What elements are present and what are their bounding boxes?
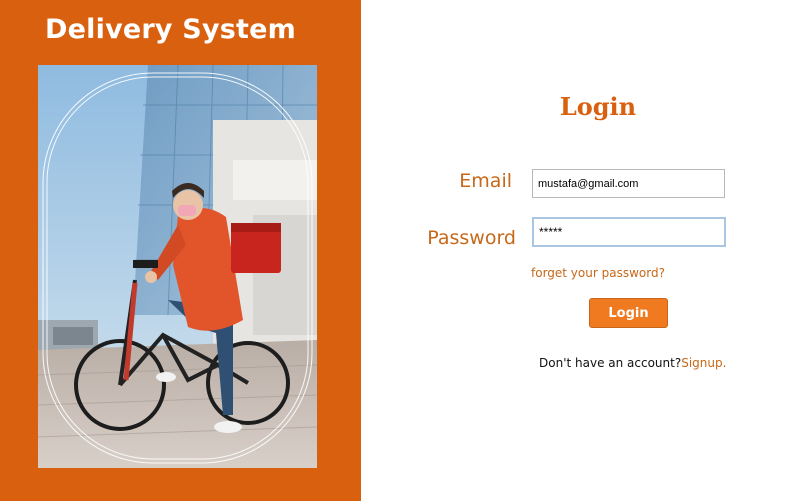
delivery-courier-photo xyxy=(38,65,317,468)
password-field[interactable] xyxy=(532,217,726,247)
signup-link[interactable]: Signup. xyxy=(681,356,726,370)
login-page: Delivery System Login Email mustafa@gmai… xyxy=(0,0,810,501)
signup-prompt-line: Don't have an account?Signup. xyxy=(539,356,726,370)
brand-panel: Delivery System xyxy=(0,0,361,501)
hero-image xyxy=(38,65,317,468)
brand-title: Delivery System xyxy=(45,14,296,45)
email-field[interactable] xyxy=(532,169,725,198)
email-label: Email xyxy=(459,170,512,192)
signup-prompt-text: Don't have an account? xyxy=(539,356,682,370)
forgot-password-link[interactable]: forget your password? xyxy=(531,266,665,280)
login-title: Login xyxy=(559,92,637,121)
password-label: Password xyxy=(427,227,516,249)
login-button[interactable]: Login xyxy=(589,298,668,328)
